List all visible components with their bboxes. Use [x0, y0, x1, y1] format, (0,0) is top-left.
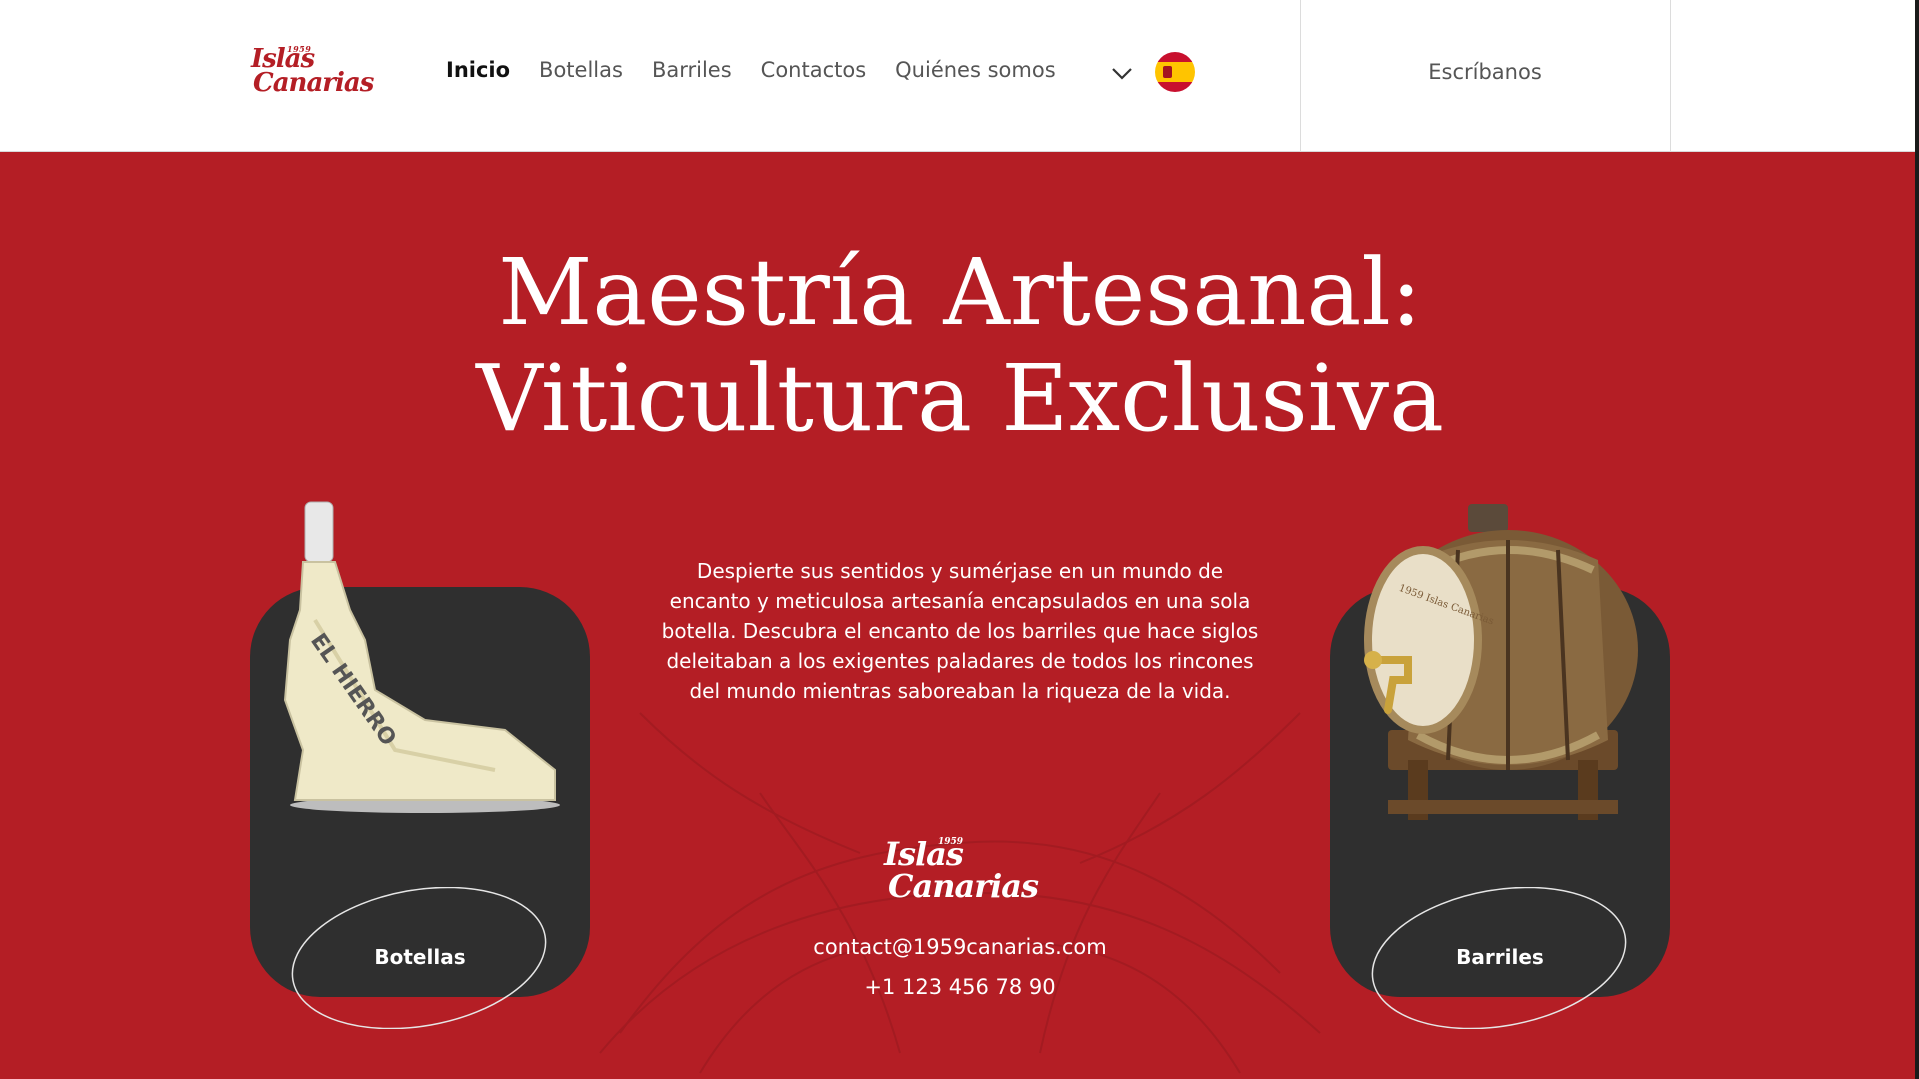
barrels-card-label[interactable]: Barriles: [1330, 945, 1670, 969]
nav-item-barriles[interactable]: Barriles: [652, 58, 732, 82]
hero-description: Despierte sus sentidos y sumérjase en un…: [661, 559, 1259, 703]
bottles-card-label[interactable]: Botellas: [250, 945, 590, 969]
site-header: 1959 Islas Canarias Inicio Botellas Barr…: [0, 0, 1919, 152]
hero-title-line2: Viticultura Exclusiva: [476, 345, 1444, 452]
footer-brand-logo: 1959 Islas Canarias: [880, 835, 1040, 915]
spain-flag-icon[interactable]: [1155, 52, 1195, 92]
main-nav: Inicio Botellas Barriles Contactos Quién…: [446, 58, 1085, 82]
nav-item-quienes-somos[interactable]: Quiénes somos: [895, 58, 1055, 82]
contact-phone-link[interactable]: +1 123 456 78 90: [760, 975, 1160, 999]
barrel-image: 1959 Islas Canarias: [1364, 504, 1638, 820]
nav-item-contactos[interactable]: Contactos: [761, 58, 867, 82]
contact-email-link[interactable]: contact@1959canarias.com: [760, 935, 1160, 959]
page-scrollbar[interactable]: [1915, 0, 1919, 1079]
write-us-button[interactable]: Escríbanos: [1300, 60, 1670, 84]
chevron-down-icon[interactable]: [1110, 62, 1134, 86]
bottle-image: EL HIERRO: [283, 501, 560, 813]
hero-title: Maestría Artesanal: Viticultura Exclusiv…: [360, 240, 1560, 452]
nav-item-botellas[interactable]: Botellas: [539, 58, 623, 82]
footer-logo-line2: Canarias: [888, 867, 1039, 905]
logo-line2: Canarias: [253, 68, 374, 98]
header-divider: [1670, 0, 1671, 152]
hero-title-line1: Maestría Artesanal:: [498, 239, 1422, 346]
nav-item-inicio[interactable]: Inicio: [446, 58, 510, 82]
brand-logo[interactable]: 1959 Islas Canarias: [247, 40, 374, 106]
